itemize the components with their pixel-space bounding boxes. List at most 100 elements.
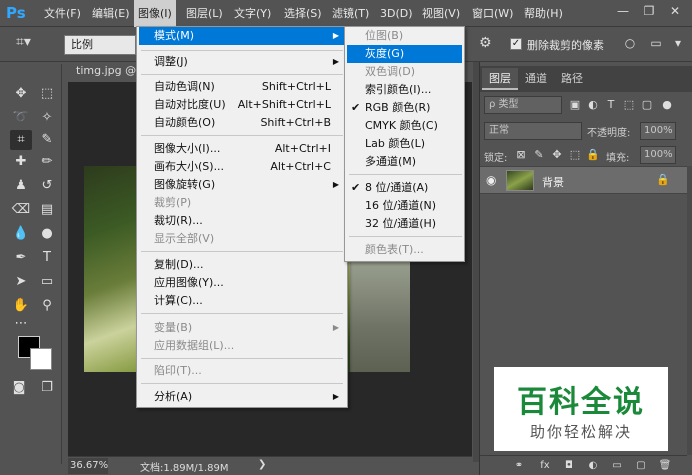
- menu-item-auto-tone[interactable]: 自动色调(N) Shift+Ctrl+L: [139, 78, 345, 96]
- delete-cropped-pixels-checkbox[interactable]: ✓: [510, 38, 522, 50]
- lasso-tool-icon[interactable]: ➰: [10, 108, 32, 128]
- chevron-down-icon[interactable]: ▾: [670, 36, 686, 52]
- menu-item-analysis[interactable]: 分析(A) ▶: [139, 388, 345, 406]
- mode-cmyk-color[interactable]: CMYK 颜色(C): [347, 117, 462, 135]
- group-icon[interactable]: ▭: [610, 459, 624, 473]
- ratio-select[interactable]: 比例: [64, 35, 136, 55]
- healing-brush-icon[interactable]: ✚: [10, 152, 32, 172]
- mode-lab-color[interactable]: Lab 颜色(L): [347, 135, 462, 153]
- pen-tool-icon[interactable]: ✒: [10, 248, 32, 268]
- type-tool-icon[interactable]: T: [36, 248, 58, 268]
- adjustment-filter-icon[interactable]: ◐: [586, 98, 600, 112]
- mode-grayscale[interactable]: 灰度(G): [347, 45, 462, 63]
- check-icon: ✔: [351, 101, 361, 114]
- quick-mask-icon[interactable]: ◙: [8, 378, 30, 398]
- mode-multichannel[interactable]: 多通道(M): [347, 153, 462, 171]
- zoom-tool-icon[interactable]: ⚲: [36, 296, 58, 316]
- layers-scrollbar[interactable]: [687, 166, 692, 455]
- document-tab[interactable]: timg.jpg @: [68, 62, 138, 80]
- mode-8-bit[interactable]: ✔ 8 位/通道(A): [347, 179, 462, 197]
- menu-item-calculations[interactable]: 计算(C)...: [139, 292, 345, 310]
- menu-type[interactable]: 文字(Y): [230, 0, 275, 27]
- shape-filter-icon[interactable]: ⬚: [622, 98, 636, 112]
- lock-transparent-icon[interactable]: ⊠: [514, 148, 528, 162]
- menu-item-image-rotation[interactable]: 图像旋转(G) ▶: [139, 176, 345, 194]
- brush-tool-icon[interactable]: ✏: [36, 152, 58, 172]
- restore-button[interactable]: ❐: [638, 2, 660, 20]
- lock-artboard-icon[interactable]: ⬚: [568, 148, 582, 162]
- menu-item-apply-image[interactable]: 应用图像(Y)...: [139, 274, 345, 292]
- move-tool-icon[interactable]: ✥: [10, 84, 32, 104]
- adjustment-layer-icon[interactable]: ◐: [586, 459, 600, 473]
- menu-item-auto-contrast[interactable]: 自动对比度(U) Alt+Shift+Ctrl+L: [139, 96, 345, 114]
- menu-edit[interactable]: 编辑(E): [88, 0, 134, 27]
- workspace-icon[interactable]: ▭: [648, 36, 664, 52]
- zoom-level-field[interactable]: 36.67%: [68, 458, 108, 474]
- mode-32-bit[interactable]: 32 位/通道(H): [347, 215, 462, 233]
- crop-tool-icon[interactable]: ⌗: [10, 130, 32, 150]
- status-menu-arrow-icon[interactable]: ❯: [258, 459, 266, 470]
- blur-tool-icon[interactable]: 💧: [10, 224, 32, 244]
- eye-icon[interactable]: ◉: [486, 173, 496, 187]
- close-button[interactable]: ✕: [664, 2, 686, 20]
- menu-view[interactable]: 视图(V): [418, 0, 464, 27]
- background-color-swatch[interactable]: [30, 348, 52, 370]
- search-icon[interactable]: ○: [622, 36, 638, 52]
- menu-image[interactable]: 图像(I): [134, 0, 176, 27]
- mode-rgb-color[interactable]: ✔ RGB 颜色(R): [347, 99, 462, 117]
- fill-field[interactable]: 100%: [640, 146, 676, 164]
- menu-item-adjust[interactable]: 调整(J) ▶: [139, 53, 345, 71]
- crop-tool-preset-icon[interactable]: ⌗▾: [16, 34, 52, 54]
- menu-filter[interactable]: 滤镜(T): [328, 0, 373, 27]
- pixel-filter-icon[interactable]: ▣: [568, 98, 582, 112]
- menu-item-auto-color[interactable]: 自动颜色(O) Shift+Ctrl+B: [139, 114, 345, 132]
- new-layer-icon[interactable]: ▢: [634, 459, 648, 473]
- opacity-field[interactable]: 100%: [640, 122, 676, 140]
- eraser-tool-icon[interactable]: ⌫: [10, 200, 32, 220]
- menu-window[interactable]: 窗口(W): [468, 0, 517, 27]
- type-filter-icon[interactable]: T: [604, 98, 618, 112]
- layer-filter-select[interactable]: ρ 类型: [484, 96, 562, 114]
- layer-row[interactable]: ◉ 背景 🔒: [480, 166, 687, 194]
- smart-object-filter-icon[interactable]: ▢: [640, 98, 654, 112]
- marquee-tool-icon[interactable]: ⬚: [36, 84, 58, 104]
- eyedropper-icon[interactable]: ✎: [36, 130, 58, 150]
- menu-item-canvas-size[interactable]: 画布大小(S)... Alt+Ctrl+C: [139, 158, 345, 176]
- menu-select[interactable]: 选择(S): [280, 0, 326, 27]
- dodge-tool-icon[interactable]: ●: [36, 224, 58, 244]
- hand-tool-icon[interactable]: ✋: [10, 296, 32, 316]
- tab-channels[interactable]: 通道: [518, 68, 554, 90]
- add-mask-icon[interactable]: ◘: [562, 459, 576, 473]
- link-layers-icon[interactable]: ⚭: [512, 459, 526, 473]
- fx-icon[interactable]: fx: [538, 459, 552, 473]
- tab-layers[interactable]: 图层: [482, 68, 518, 90]
- screen-mode-icon[interactable]: ❐: [36, 378, 58, 398]
- magic-wand-icon[interactable]: ✧: [36, 108, 58, 128]
- more-tools-icon[interactable]: ⋯: [10, 314, 32, 334]
- path-select-icon[interactable]: ➤: [10, 272, 32, 292]
- menu-file[interactable]: 文件(F): [40, 0, 85, 27]
- menu-3d[interactable]: 3D(D): [376, 0, 417, 27]
- mode-indexed-color[interactable]: 索引颜色(I)...: [347, 81, 462, 99]
- lock-pixels-icon[interactable]: ✎: [532, 148, 546, 162]
- lock-all-icon[interactable]: 🔒: [586, 148, 600, 162]
- minimize-button[interactable]: —: [612, 2, 634, 20]
- menu-help[interactable]: 帮助(H): [520, 0, 567, 27]
- trash-icon[interactable]: 🗑: [658, 459, 672, 473]
- mode-16-bit[interactable]: 16 位/通道(N): [347, 197, 462, 215]
- menu-item-duplicate[interactable]: 复制(D)...: [139, 256, 345, 274]
- filter-toggle-icon[interactable]: ●: [660, 98, 674, 112]
- gear-icon[interactable]: ⚙: [479, 35, 492, 51]
- menu-layer[interactable]: 图层(L): [182, 0, 227, 27]
- shape-tool-icon[interactable]: ▭: [36, 272, 58, 292]
- stamp-tool-icon[interactable]: ♟: [10, 176, 32, 196]
- menu-item-trim[interactable]: 裁切(R)...: [139, 212, 345, 230]
- menu-item-mode[interactable]: 模式(M) ▶: [139, 27, 345, 45]
- blend-mode-select[interactable]: 正常: [484, 122, 582, 140]
- history-brush-icon[interactable]: ↺: [36, 176, 58, 196]
- tab-paths[interactable]: 路径: [554, 68, 590, 90]
- menu-item-image-size[interactable]: 图像大小(I)... Alt+Ctrl+I: [139, 140, 345, 158]
- gradient-tool-icon[interactable]: ▤: [36, 200, 58, 220]
- mode-color-table-label: 颜色表(T)...: [365, 243, 424, 256]
- lock-position-icon[interactable]: ✥: [550, 148, 564, 162]
